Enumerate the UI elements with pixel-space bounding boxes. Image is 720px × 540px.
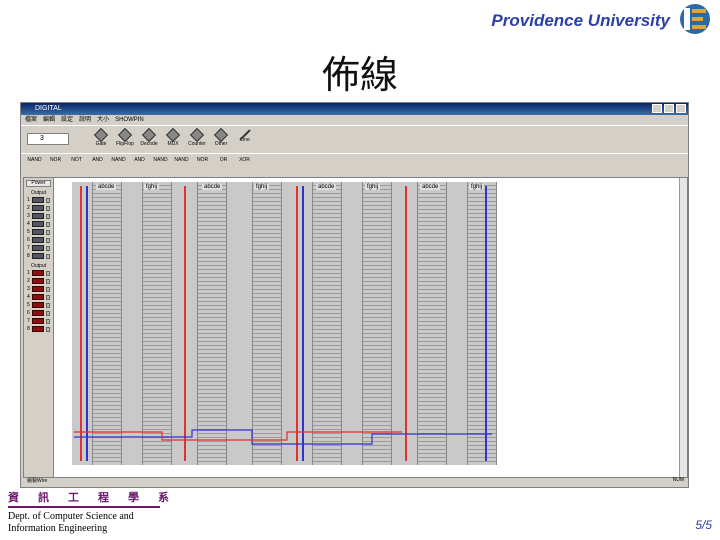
input-switch-row[interactable]: 6	[27, 236, 53, 244]
input-switch-row[interactable]: 5	[27, 228, 53, 236]
gate-button[interactable]: NOR	[46, 155, 65, 175]
gate-button[interactable]: XOR	[235, 155, 254, 175]
gate-button[interactable]: NAND	[109, 155, 128, 175]
department-chinese: 資 訊 工 程 學 系	[8, 491, 169, 504]
gate-button[interactable]: OR	[214, 155, 233, 175]
flipflop-tool-button[interactable]: FlipFlop	[115, 127, 135, 150]
status-bar: 繪製Wire NUM	[23, 477, 688, 485]
chip-icon	[213, 127, 229, 142]
decode-tool-button[interactable]: Decode	[139, 127, 159, 150]
gate-button[interactable]: NAND	[172, 155, 191, 175]
input-switch-row[interactable]: 4	[27, 220, 53, 228]
department-english: Dept. of Computer Science and Informatio…	[8, 511, 134, 534]
breadboard[interactable]: abcde fghij abcde fghij abcde fghij abcd…	[72, 182, 497, 465]
menu-item[interactable]: 說明	[79, 115, 91, 125]
menu-item[interactable]: 設定	[61, 115, 73, 125]
breadboard-canvas[interactable]: Power Output 1 2 3 4 5 6 7 8 Output 1 2 …	[23, 177, 688, 478]
chip-icon	[141, 127, 157, 142]
chip-icon	[93, 127, 109, 142]
output-led-row: 7	[27, 317, 53, 325]
maximize-button[interactable]	[664, 104, 674, 113]
wires	[74, 429, 492, 445]
status-text: 繪製Wire	[27, 478, 48, 484]
menu-item[interactable]: 編輯	[43, 115, 55, 125]
vertical-scrollbar[interactable]	[679, 178, 687, 477]
other-tool-button[interactable]: Other	[211, 127, 231, 150]
page-number: 5/5	[695, 518, 712, 532]
output-led-row: 5	[27, 301, 53, 309]
chip-icon	[189, 127, 205, 142]
power-button[interactable]: Power	[26, 180, 51, 187]
digital-app-window: DIGITAL 檔案 編輯 設定 說明 大小 SHOWPIN 3 Gate Fl…	[20, 102, 689, 488]
chip-icon	[117, 127, 133, 142]
input-switch-row[interactable]: 1	[27, 196, 53, 204]
slide-title: 佈線	[321, 53, 398, 97]
menu-item[interactable]: 大小	[97, 115, 109, 125]
output-led-row: 4	[27, 293, 53, 301]
input-switch-row[interactable]: 8	[27, 252, 53, 260]
counter-tool-button[interactable]: Counter	[187, 127, 207, 150]
university-name: Providence University	[491, 11, 670, 30]
menu-item[interactable]: SHOWPIN	[115, 115, 144, 125]
ie-logo-icon	[680, 4, 710, 34]
gate-button[interactable]: AND	[130, 155, 149, 175]
gate-button[interactable]: NAND	[25, 155, 44, 175]
line-tool-button[interactable]: Line	[235, 128, 255, 150]
output-led-row: 6	[27, 309, 53, 317]
gate-button[interactable]: NOR	[193, 155, 212, 175]
window-titlebar: DIGITAL	[21, 103, 688, 115]
close-button[interactable]	[676, 104, 686, 113]
mux-tool-button[interactable]: MUX	[163, 127, 183, 150]
window-title: DIGITAL	[35, 105, 62, 112]
input-switch-row[interactable]: 2	[27, 204, 53, 212]
input-switch-row[interactable]: 7	[27, 244, 53, 252]
chip-icon	[165, 127, 181, 142]
io-panel: Power Output 1 2 3 4 5 6 7 8 Output 1 2 …	[24, 178, 54, 477]
gate-button[interactable]: NOT	[67, 155, 86, 175]
input-switch-row[interactable]: 3	[27, 212, 53, 220]
output-led-row: 3	[27, 285, 53, 293]
gate-toolbar: NAND NOR NOT AND NAND AND NAND NAND NOR …	[21, 153, 688, 175]
chip-count-select[interactable]: 3	[27, 132, 69, 145]
output-led-row: 1	[27, 269, 53, 277]
gate-tool-button[interactable]: Gate	[91, 127, 111, 150]
footer-divider	[8, 506, 160, 508]
menu-item[interactable]: 檔案	[25, 115, 37, 125]
num-lock-indicator: NUM	[672, 477, 684, 483]
gate-button[interactable]: NAND	[151, 155, 170, 175]
component-toolbar: 3 Gate FlipFlop Decode MUX Counter Other…	[21, 125, 688, 151]
output-led-row: 8	[27, 325, 53, 333]
minimize-button[interactable]	[652, 104, 662, 113]
menubar: 檔案 編輯 設定 說明 大小 SHOWPIN	[21, 115, 688, 125]
output-led-row: 2	[27, 277, 53, 285]
gate-button[interactable]: AND	[88, 155, 107, 175]
